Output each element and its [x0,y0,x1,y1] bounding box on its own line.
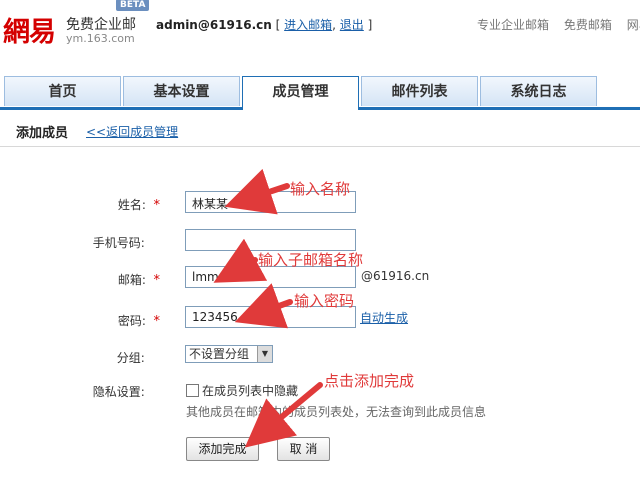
arrow-to-mailbox [213,238,268,283]
arrow-to-password [234,283,293,329]
annotation-arrows [213,168,323,448]
arrow-to-name [224,168,290,215]
arrow-to-submit [244,382,323,448]
